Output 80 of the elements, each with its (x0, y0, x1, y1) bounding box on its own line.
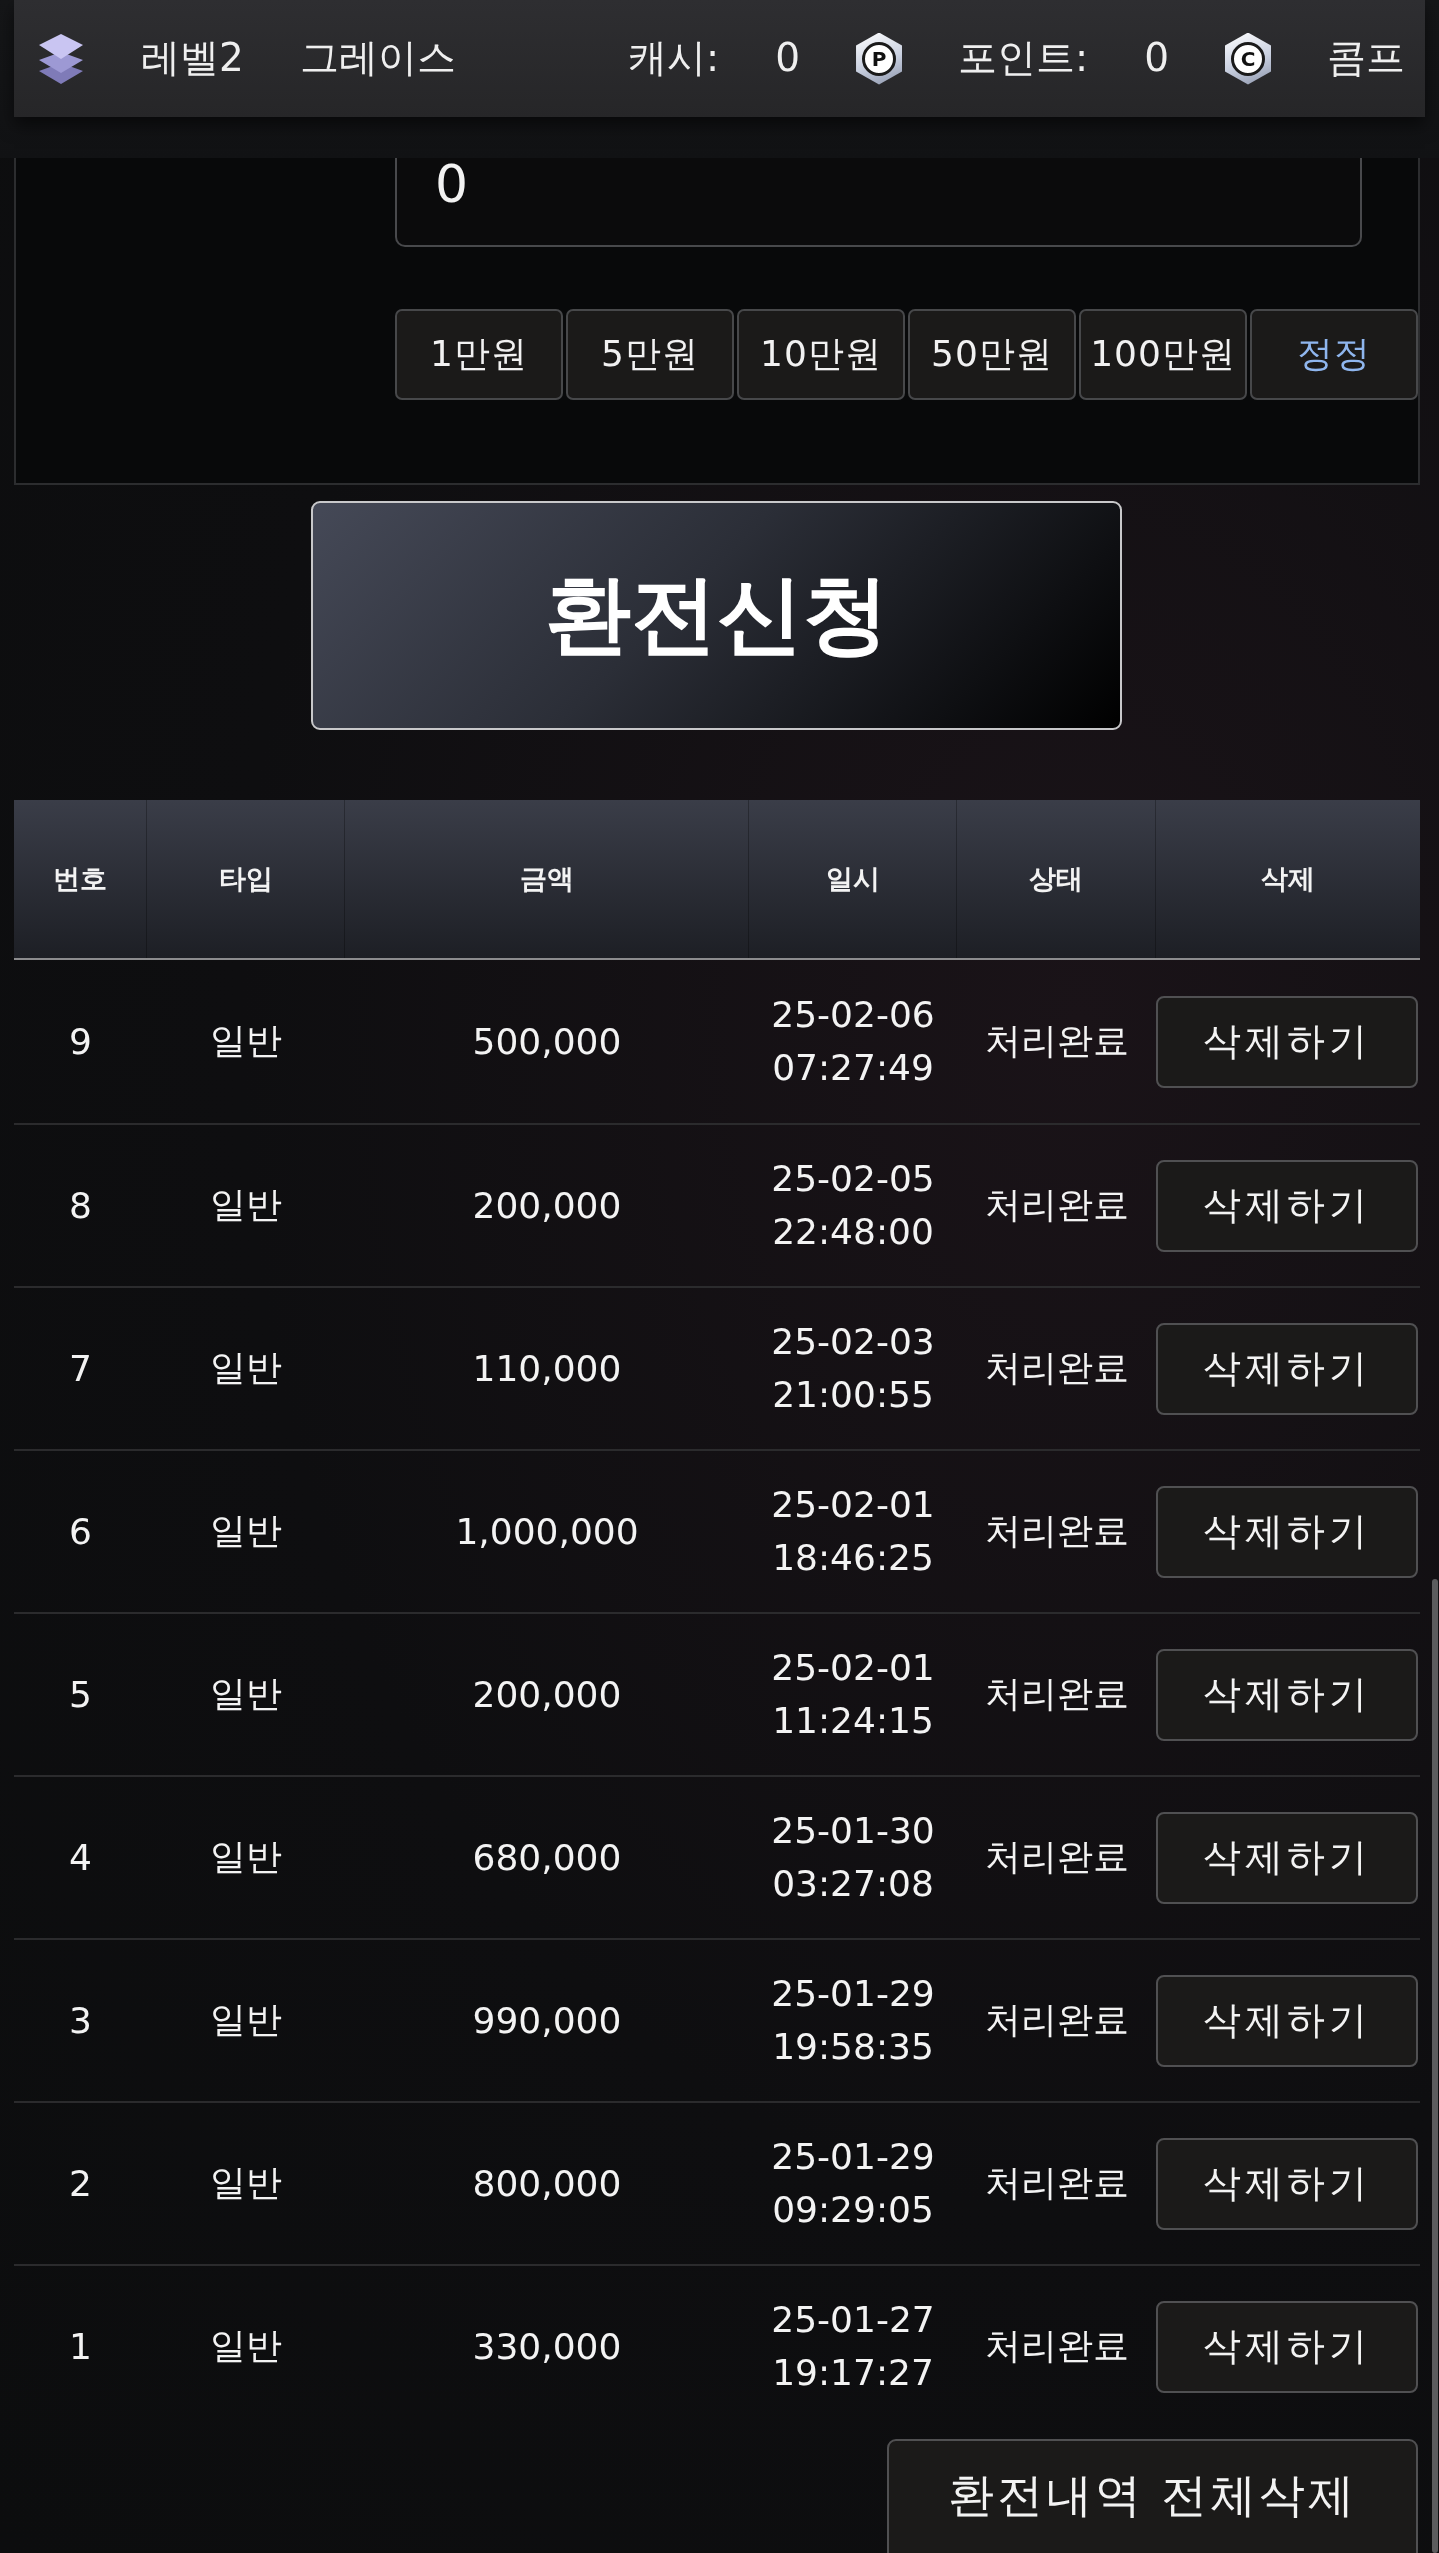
table-cell: 5 (69, 1674, 92, 1715)
balance-value: 0 (1144, 35, 1169, 82)
table-cell: 1 (69, 2326, 92, 2367)
delete-button[interactable]: 삭제하기 (1156, 1648, 1418, 1741)
amount-button[interactable]: 정정 (1250, 309, 1418, 400)
table-cell: 330,000 (472, 2326, 622, 2367)
table-cell-text: 25-02-01 11:24:15 (770, 1646, 936, 1743)
table-cell-text: 일반 (210, 1183, 282, 1227)
table-cell-text: 25-01-30 03:27:08 (770, 1809, 936, 1906)
table-cell-text: 일반 (210, 1509, 282, 1553)
table-cell-text: 처리완료 (984, 2324, 1129, 2368)
table-cell-text: 25-01-29 09:29:05 (770, 2135, 936, 2232)
table-cell-text: 25-02-03 21:00:55 (770, 1320, 936, 1417)
layers-icon (37, 32, 85, 85)
table-cell-text: 25-01-29 19:58:35 (770, 1972, 936, 2069)
table-cell: 2 (69, 2163, 92, 2204)
table-cell-text: 25-01-27 19:17:27 (770, 2298, 936, 2395)
delete-button[interactable]: 삭제하기 (1156, 1485, 1418, 1578)
table-cell: 200,000 (472, 1674, 622, 1715)
table-cell: 800,000 (472, 2163, 622, 2204)
delete-button[interactable]: 삭제하기 (1156, 995, 1418, 1088)
column-header: 번호 (53, 862, 107, 896)
table-cell-text: 처리완료 (984, 1835, 1129, 1879)
table-cell-text: 25-02-01 18:46:25 (770, 1483, 936, 1580)
table-cell-text: 처리완료 (984, 2161, 1129, 2205)
balance-label: 포인트: (958, 35, 1089, 82)
delete-button[interactable]: 삭제하기 (1156, 1974, 1418, 2067)
table-cell: 680,000 (472, 1837, 622, 1878)
table-cell: 990,000 (472, 2000, 622, 2041)
table-cell-text: 25-02-06 07:27:49 (770, 993, 936, 1090)
scrollbar-thumb[interactable] (1432, 1579, 1438, 2553)
level-label: 레벨2 (141, 35, 244, 82)
table-cell: 6 (69, 1511, 92, 1552)
delete-button[interactable]: 삭제하기 (1156, 1322, 1418, 1415)
table-cell-text: 처리완료 (984, 1346, 1129, 1390)
table-cell: 200,000 (472, 1185, 622, 1226)
balance-value: 0 (775, 35, 801, 82)
delete-all-button[interactable]: 환전내역 전체삭제 (887, 2439, 1418, 2553)
table-cell: 7 (69, 1348, 92, 1389)
column-header: 상태 (1029, 862, 1083, 896)
amount-button[interactable]: 50만원 (908, 309, 1076, 400)
table-cell-text: 일반 (210, 2324, 282, 2368)
delete-button[interactable]: 삭제하기 (1156, 1811, 1418, 1904)
column-header: 삭제 (1261, 862, 1315, 896)
amount-button[interactable]: 10만원 (737, 309, 905, 400)
amount-button[interactable]: 1만원 (395, 309, 563, 400)
table-cell: 9 (69, 1021, 92, 1062)
balance-label: 콤프 (1327, 35, 1405, 82)
delete-button[interactable]: 삭제하기 (1156, 1159, 1418, 1252)
table-cell: 8 (69, 1185, 92, 1226)
table-cell-text: 일반 (210, 1998, 282, 2042)
column-header: 타입 (218, 862, 273, 896)
table-cell-text: 25-02-05 22:48:00 (770, 1157, 936, 1254)
column-header: 금액 (519, 862, 574, 896)
delete-button[interactable]: 삭제하기 (1156, 2300, 1418, 2393)
table-cell-text: 일반 (210, 1346, 282, 1390)
table-cell-text: 처리완료 (984, 1183, 1129, 1227)
amount-field[interactable]: 0 (395, 158, 1362, 247)
coin-emblem: C (1225, 32, 1271, 85)
table-cell-text: 일반 (210, 1019, 282, 1063)
table-cell: 4 (69, 1837, 92, 1878)
table-cell-text: 일반 (210, 2161, 282, 2205)
table-cell: 110,000 (472, 1348, 622, 1389)
table-cell-text: 일반 (210, 1835, 282, 1879)
table-cell-text: 처리완료 (984, 1509, 1129, 1553)
balance-label: 캐시: (628, 35, 720, 82)
table-cell: 500,000 (472, 1021, 622, 1062)
delete-button[interactable]: 삭제하기 (1156, 2137, 1418, 2230)
amount-button[interactable]: 100만원 (1079, 309, 1247, 400)
table-cell: 1,000,000 (455, 1511, 639, 1552)
exchange-request-button[interactable]: 환전신청 (311, 501, 1122, 730)
table-cell-text: 처리완료 (984, 1998, 1129, 2042)
table-cell-text: 일반 (210, 1672, 282, 1716)
column-header: 일시 (825, 862, 880, 896)
table-cell-text: 처리완료 (984, 1019, 1129, 1063)
grade-label: 그레이스 (299, 35, 456, 82)
table-cell-text: 처리완료 (984, 1672, 1129, 1716)
coin-emblem: P (856, 32, 903, 85)
amount-button[interactable]: 5만원 (566, 309, 734, 400)
table-cell: 3 (69, 2000, 92, 2041)
